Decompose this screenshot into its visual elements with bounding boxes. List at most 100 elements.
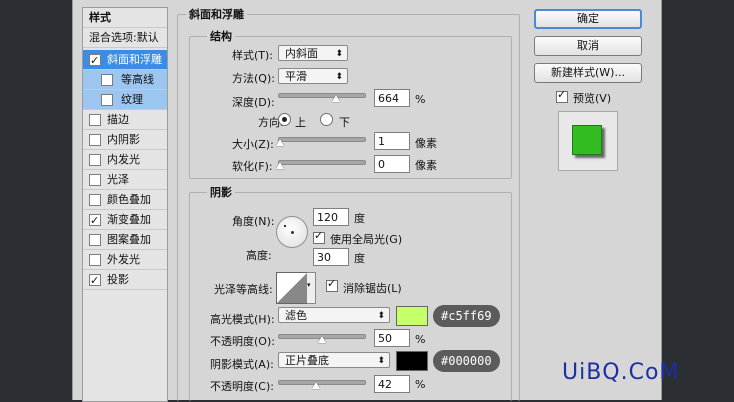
pattern-overlay-checkbox[interactable] [89,234,101,246]
global-light-label: 使用全局光(G) [330,233,403,246]
depth-slider[interactable] [278,93,366,102]
bevel-checkbox[interactable] [89,51,101,70]
angle-input[interactable]: 120 [313,208,349,226]
style-item-label: 斜面和浮雕 [107,53,162,66]
style-item-inner-glow[interactable]: 内发光 [83,150,167,170]
chevron-down-icon: ▾ [307,281,311,289]
shadow-opacity-slider[interactable] [278,380,366,389]
outer-glow-checkbox[interactable] [89,254,101,266]
inner-shadow-checkbox[interactable] [89,134,101,146]
styles-header[interactable]: 样式 [83,8,167,28]
texture-checkbox[interactable] [101,94,113,106]
slider-thumb[interactable] [332,95,340,102]
style-item-stroke[interactable]: 描边 [83,110,167,130]
altitude-input[interactable]: 30 [313,248,349,266]
new-style-button[interactable]: 新建样式(W)... [534,63,642,83]
angle-unit: 度 [354,212,365,225]
gradient-overlay-checkbox[interactable] [89,211,101,230]
style-item-label: 光泽 [107,173,129,186]
highlight-color-swatch[interactable] [396,306,428,326]
shading-title: 阴影 [207,184,235,200]
structure-title: 结构 [207,28,235,44]
style-select[interactable]: 内斜面 ⬍ [278,45,348,61]
direction-down-radio[interactable] [320,113,333,126]
select-arrow-icon: ⬍ [377,356,385,366]
depth-input[interactable]: 664 [374,89,410,107]
style-item-label: 渐变叠加 [107,213,151,226]
gloss-contour-swatch[interactable] [276,272,308,304]
slider-track [278,93,366,98]
style-item-bevel-emboss[interactable]: 斜面和浮雕 [83,50,167,70]
preview-label: 预览(V) [573,92,612,105]
slider-thumb[interactable] [312,382,320,389]
cancel-button[interactable]: 取消 [534,36,642,56]
style-item-contour[interactable]: 等高线 [83,70,167,90]
style-item-label: 内发光 [107,153,140,166]
inner-glow-checkbox[interactable] [89,154,101,166]
select-arrow-icon: ⬍ [335,72,343,82]
size-input[interactable]: 1 [374,132,410,150]
highlight-opacity-input[interactable]: 50 [374,329,410,347]
blend-options-item[interactable]: 混合选项:默认 [83,28,167,48]
style-item-outer-glow[interactable]: 外发光 [83,250,167,270]
style-item-label: 图案叠加 [107,233,151,246]
depth-unit: % [415,93,426,106]
antialias-label: 消除锯齿(L) [343,282,402,295]
slider-thumb[interactable] [276,162,284,169]
contour-checkbox[interactable] [101,74,113,86]
stroke-checkbox[interactable] [89,114,101,126]
soften-slider[interactable] [276,160,366,169]
style-item-texture[interactable]: 纹理 [83,90,167,110]
style-item-label: 颜色叠加 [107,193,151,206]
style-item-label: 内阴影 [107,133,140,146]
global-light-checkbox[interactable] [313,229,325,244]
highlight-mode-select[interactable]: 滤色 ⬍ [278,307,390,323]
style-item-label: 投影 [107,273,129,286]
gloss-contour-dropdown[interactable]: ▾ [307,272,316,304]
shadow-mode-value: 正片叠底 [285,354,329,367]
direction-down-label: 下 [339,116,350,129]
highlight-hex-label: #c5ff69 [433,305,500,327]
style-item-drop-shadow[interactable]: 投影 [83,270,167,290]
satin-checkbox[interactable] [89,174,101,186]
background-right [660,0,734,400]
size-slider[interactable] [276,137,366,146]
highlight-opacity-slider[interactable] [278,334,366,343]
altitude-unit: 度 [354,252,365,265]
watermark-part1: UiBQ [562,360,621,385]
angle-dial[interactable] [276,216,308,248]
style-item-color-overlay[interactable]: 颜色叠加 [83,190,167,210]
ok-button[interactable]: 确定 [534,9,642,29]
slider-track [278,380,366,385]
soften-input[interactable]: 0 [374,155,410,173]
style-item-label: 描边 [107,113,129,126]
slider-thumb[interactable] [318,336,326,343]
shadow-opacity-label: 不透明度(C): [210,380,274,393]
altitude-label: 高度: [246,249,272,262]
contour-curve-icon [277,273,307,303]
shadow-hex-label: #000000 [433,350,500,372]
style-item-gradient-overlay[interactable]: 渐变叠加 [83,210,167,230]
drop-shadow-checkbox[interactable] [89,271,101,290]
technique-select[interactable]: 平滑 ⬍ [278,68,348,84]
preview-checkbox[interactable] [556,88,568,103]
shadow-color-swatch[interactable] [396,351,428,371]
antialias-checkbox[interactable] [326,277,338,292]
select-arrow-icon: ⬍ [335,49,343,59]
style-item-pattern-overlay[interactable]: 图案叠加 [83,230,167,250]
gloss-contour-label: 光泽等高线: [214,283,273,296]
slider-thumb[interactable] [276,139,284,146]
bevel-emboss-title: 斜面和浮雕 [186,6,247,22]
style-item-inner-shadow[interactable]: 内阴影 [83,130,167,150]
shadow-mode-select[interactable]: 正片叠底 ⬍ [278,352,390,368]
color-overlay-checkbox[interactable] [89,194,101,206]
soften-label: 软化(F): [232,160,273,173]
highlight-mode-value: 滤色 [285,309,307,322]
direction-up-radio[interactable] [278,113,291,126]
preview-swatch [572,125,602,155]
style-item-satin[interactable]: 光泽 [83,170,167,190]
style-item-label: 纹理 [121,93,143,106]
style-item-label: 等高线 [121,73,154,86]
shadow-opacity-input[interactable]: 42 [374,375,410,393]
technique-label: 方法(Q): [232,72,275,85]
